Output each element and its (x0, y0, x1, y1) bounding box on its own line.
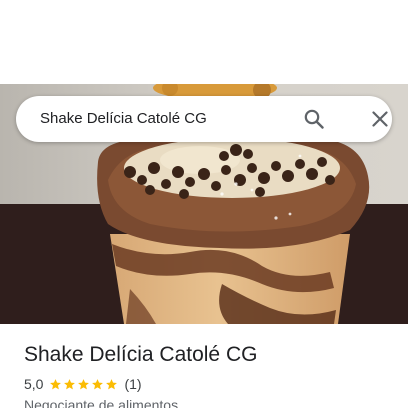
star-rating (49, 378, 119, 391)
star-icon (50, 378, 62, 389)
place-title: Shake Delícia Catolé CG (24, 343, 258, 366)
place-category: Negociante de alimentos (24, 397, 179, 408)
search-input[interactable] (40, 96, 290, 142)
review-count[interactable]: (1) (124, 376, 141, 392)
star-icon (92, 378, 104, 389)
star-icon (64, 378, 76, 389)
place-info-panel: Shake Delícia Catolé CG 5,0 (1) Negocian… (0, 324, 408, 408)
top-blank-area (0, 0, 408, 84)
rating-row[interactable]: 5,0 (1) (24, 375, 142, 393)
star-icon (106, 378, 118, 389)
close-icon[interactable] (368, 107, 392, 131)
search-icon[interactable] (302, 107, 326, 131)
maps-place-page: Shake Delícia Catolé CG 5,0 (1) Negocian… (0, 0, 408, 408)
rating-value: 5,0 (24, 376, 44, 392)
star-icon (78, 378, 90, 389)
search-bar (16, 96, 392, 142)
